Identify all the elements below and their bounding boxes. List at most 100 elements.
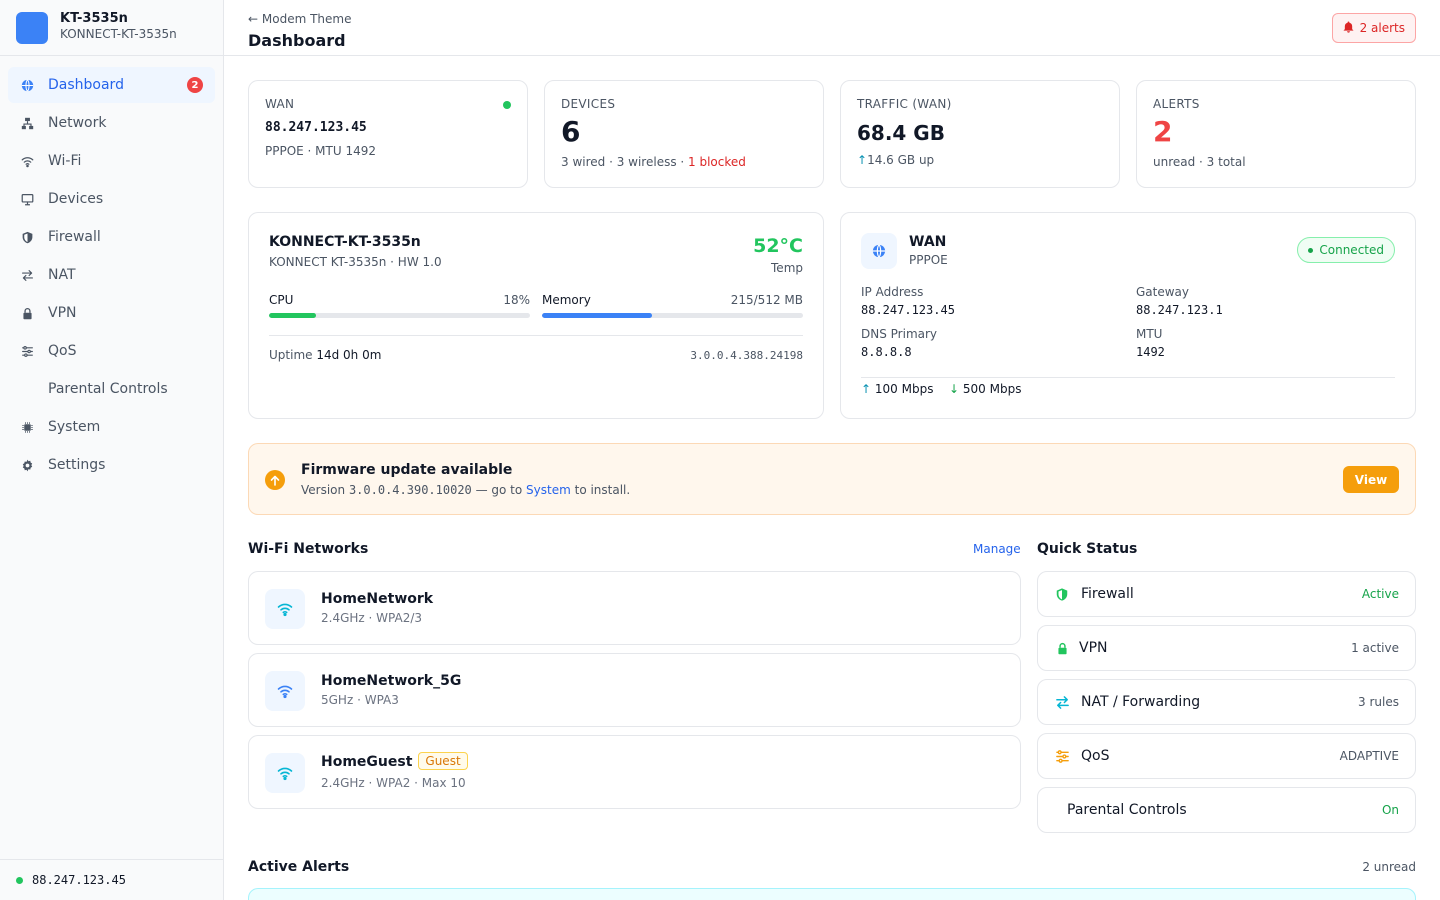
- gateway-value: 88.247.123.1: [1136, 303, 1223, 317]
- view-update-button[interactable]: View: [1343, 466, 1399, 493]
- wifi-icon: [265, 589, 305, 629]
- breadcrumb[interactable]: ← Modem Theme: [248, 12, 351, 26]
- traffic-total: 68.4 GB: [857, 121, 945, 145]
- alerts-count: 2: [1153, 115, 1173, 148]
- firmware-prefix: Version: [301, 483, 349, 497]
- quick-status-label: QoS: [1081, 748, 1110, 764]
- mtu-label: MTU: [1136, 327, 1163, 341]
- quick-status-parental-controls[interactable]: Parental Controls On: [1037, 787, 1416, 833]
- temperature-label: Temp: [771, 261, 803, 275]
- wan-protocol: PPPOE: [909, 253, 948, 267]
- sidebar-item-label: Network: [48, 115, 107, 131]
- traffic-sub: ↑14.6 GB up: [857, 153, 934, 167]
- wifi-icon: [20, 154, 34, 168]
- quick-status-list: Firewall Active VPN 1 active NAT / Forwa…: [1037, 571, 1416, 833]
- sidebar-item-network[interactable]: Network: [8, 105, 215, 141]
- wifi-network-item[interactable]: HomeGuest Guest 2.4GHz · WPA2 · Max 10: [248, 735, 1021, 809]
- sidebar-item-parental-controls[interactable]: Parental Controls: [8, 371, 215, 407]
- quick-status-title: Quick Status: [1037, 541, 1138, 557]
- wifi-meta: 2.4GHz · WPA2/3: [321, 611, 423, 625]
- quick-status-firewall[interactable]: Firewall Active: [1037, 571, 1416, 617]
- sidebar-item-label: VPN: [48, 305, 77, 321]
- stat-label: DEVICES: [561, 97, 616, 111]
- sidebar-item-label: Firewall: [48, 229, 101, 245]
- arrow-down-icon: ↓: [949, 382, 960, 396]
- bell-icon: [1343, 21, 1354, 36]
- connection-status-badge: Connected: [1297, 237, 1395, 263]
- mtu-value: 1492: [1136, 345, 1165, 359]
- stat-label: TRAFFIC (WAN): [857, 97, 952, 111]
- divider: [861, 377, 1395, 378]
- unread-alerts-count: 2 unread: [1362, 860, 1416, 874]
- sliders-icon: [1054, 748, 1070, 764]
- sidebar-item-qos[interactable]: QoS: [8, 333, 215, 369]
- memory-bar: [542, 313, 803, 318]
- sidebar-item-wifi[interactable]: Wi-Fi: [8, 143, 215, 179]
- status-dot: [1308, 247, 1314, 253]
- manage-wifi-link[interactable]: Manage: [973, 542, 1021, 556]
- main-content: WAN 88.247.123.45 PPPOE · MTU 1492 DEVIC…: [224, 56, 1440, 900]
- firmware-middle: — go to: [471, 483, 527, 497]
- quick-status-vpn[interactable]: VPN 1 active: [1037, 625, 1416, 671]
- alerts-stat-card[interactable]: ALERTS 2 unread · 3 total: [1136, 80, 1416, 188]
- quick-status-label: NAT / Forwarding: [1081, 694, 1201, 710]
- firmware-update-banner: Firmware update available Version 3.0.0.…: [248, 443, 1416, 515]
- ip-label: IP Address: [861, 285, 924, 299]
- dns-value: 8.8.8.8: [861, 345, 912, 359]
- alert-item[interactable]: [248, 888, 1416, 900]
- uptime: Uptime 14d 0h 0m: [269, 348, 381, 362]
- devices-breakdown: 3 wired · 3 wireless ·: [561, 155, 689, 169]
- system-link[interactable]: System: [526, 483, 571, 497]
- router-name: KONNECT-KT-3535n: [269, 234, 421, 250]
- sidebar-item-nat[interactable]: NAT: [8, 257, 215, 293]
- wifi-list: HomeNetwork 2.4GHz · WPA2/3 HomeNetwork_…: [248, 571, 1021, 811]
- guest-badge: Guest: [418, 752, 468, 770]
- devices-stat-card[interactable]: DEVICES 6 3 wired · 3 wireless · 1 block…: [544, 80, 824, 188]
- new-firmware-version: 3.0.0.4.390.10020: [348, 483, 472, 497]
- sidebar-item-label: System: [48, 419, 101, 435]
- network-icon: [20, 116, 34, 130]
- sliders-icon: [20, 344, 34, 358]
- quick-status-value: ADAPTIVE: [1339, 749, 1399, 763]
- notification-badge: 2: [187, 77, 203, 93]
- connection-status: 88.247.123.45: [0, 859, 223, 900]
- blank-icon: [20, 382, 34, 396]
- sidebar-item-devices[interactable]: Devices: [8, 181, 215, 217]
- sidebar-item-label: Settings: [48, 457, 106, 473]
- wifi-ssid: HomeNetwork_5G: [321, 673, 462, 689]
- wifi-network-item[interactable]: HomeNetwork 2.4GHz · WPA2/3: [248, 571, 1021, 645]
- firmware-banner-text: Version 3.0.0.4.390.10020 — go to System…: [301, 483, 630, 497]
- wifi-network-item[interactable]: HomeNetwork_5G 5GHz · WPA3: [248, 653, 1021, 727]
- quick-status-nat[interactable]: NAT / Forwarding 3 rules: [1037, 679, 1416, 725]
- shield-icon: [1054, 586, 1070, 602]
- router-card: KONNECT-KT-3535n KONNECT KT-3535n · HW 1…: [248, 212, 824, 419]
- wan-sub: PPPOE · MTU 1492: [265, 144, 376, 158]
- sidebar-item-settings[interactable]: Settings: [8, 447, 215, 483]
- sidebar-item-label: NAT: [48, 267, 76, 283]
- wifi-ssid: HomeGuest: [321, 754, 413, 770]
- wifi-ssid-row: HomeGuest Guest: [321, 752, 468, 770]
- cpu-bar: [269, 313, 530, 318]
- sidebar-item-system[interactable]: System: [8, 409, 215, 445]
- sidebar-item-firewall[interactable]: Firewall: [8, 219, 215, 255]
- alerts-button[interactable]: 2 alerts: [1331, 13, 1416, 43]
- quick-status-value: On: [1381, 803, 1399, 817]
- brand-name: KT-3535n: [60, 11, 128, 26]
- quick-status-qos[interactable]: QoS ADAPTIVE: [1037, 733, 1416, 779]
- sidebar-item-vpn[interactable]: VPN: [8, 295, 215, 331]
- uptime-label: Uptime: [269, 348, 313, 362]
- temperature-value: 52°C: [753, 235, 803, 257]
- gateway-label: Gateway: [1136, 285, 1190, 299]
- lock-icon: [1054, 640, 1070, 656]
- traffic-stat-card[interactable]: TRAFFIC (WAN) 68.4 GB ↑14.6 GB up: [840, 80, 1120, 188]
- quick-status-label: Parental Controls: [1067, 802, 1187, 818]
- wifi-icon: [265, 671, 305, 711]
- quick-status-label: Firewall: [1081, 586, 1134, 602]
- sidebar-item-label: Parental Controls: [48, 381, 168, 397]
- upgrade-icon: [265, 470, 285, 490]
- brand-logo: [16, 12, 48, 44]
- dns-label: DNS Primary: [861, 327, 938, 341]
- wan-stat-card[interactable]: WAN 88.247.123.45 PPPOE · MTU 1492: [248, 80, 528, 188]
- sidebar-item-dashboard[interactable]: Dashboard 2: [8, 67, 215, 103]
- ip-value: 88.247.123.45: [861, 303, 955, 317]
